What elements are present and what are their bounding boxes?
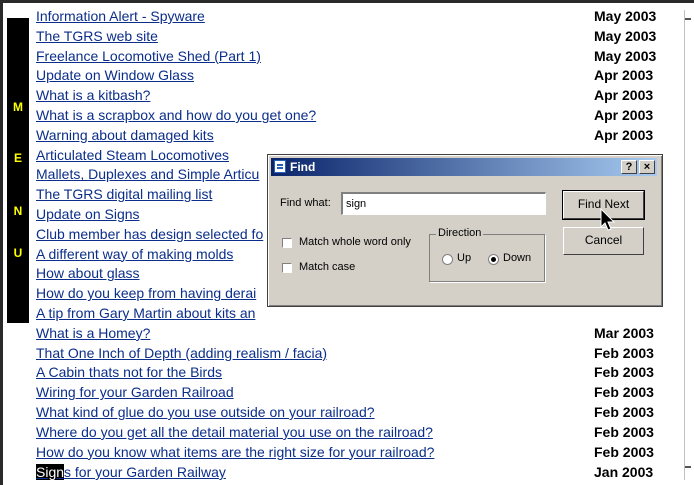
article-link[interactable]: What is a Homey? xyxy=(36,325,150,341)
close-button[interactable]: × xyxy=(639,160,655,174)
article-link[interactable]: What kind of glue do you use outside on … xyxy=(36,404,375,420)
scrollbar-track[interactable] xyxy=(684,10,685,480)
find-what-label: Find what: xyxy=(280,197,331,209)
dialog-title: Find xyxy=(290,160,316,174)
match-case-checkbox[interactable] xyxy=(282,263,292,273)
article-date: Feb 2003 xyxy=(594,384,654,401)
article-date: Apr 2003 xyxy=(594,67,654,84)
article-link[interactable]: Update on Signs xyxy=(36,206,140,222)
article-date: May 2003 xyxy=(594,27,657,44)
article-link[interactable]: The TGRS web site xyxy=(36,28,158,44)
article-link[interactable]: What is a scrapbox and how do you get on… xyxy=(36,107,316,123)
scrollbar-up-mark[interactable] xyxy=(685,18,691,20)
app-window-icon xyxy=(274,160,286,173)
article-link[interactable]: How about glass xyxy=(36,265,140,281)
menu-letter-n: N xyxy=(13,204,23,218)
list-item: What is a kitbash? Apr 2003 xyxy=(36,85,656,105)
article-link[interactable]: Club member has design selected fo xyxy=(36,226,263,242)
list-item: Where do you get all the detail material… xyxy=(36,422,656,442)
match-whole-word-checkbox[interactable] xyxy=(282,238,292,248)
arrow-cursor-icon xyxy=(600,208,616,231)
article-link[interactable]: What is a kitbash? xyxy=(36,87,150,103)
article-date: Feb 2003 xyxy=(594,344,654,361)
list-item: What is a scrapbox and how do you get on… xyxy=(36,105,656,125)
article-link[interactable]: That One Inch of Depth (adding realism /… xyxy=(36,345,327,361)
article-date: Mar 2003 xyxy=(594,324,654,341)
article-link[interactable]: A tip from Gary Martin about kits an xyxy=(36,305,255,321)
list-item-last: Signs for your Garden Railway Jan 2003 xyxy=(36,462,656,482)
list-item: What kind of glue do you use outside on … xyxy=(36,402,656,422)
article-link[interactable]: A Cabin thats not for the Birds xyxy=(36,364,222,380)
search-highlight: Sign xyxy=(36,464,65,480)
match-case-label[interactable]: Match case xyxy=(299,261,355,273)
article-link[interactable]: How do you know what items are the right… xyxy=(36,444,434,460)
direction-group: Direction Up Down xyxy=(429,227,545,282)
article-link[interactable]: Articulated Steam Locomotives xyxy=(36,147,229,163)
article-link[interactable]: The TGRS digital mailing list xyxy=(36,186,212,202)
article-date: Apr 2003 xyxy=(594,87,654,104)
menu-letter-e: E xyxy=(13,151,22,165)
find-what-input[interactable] xyxy=(341,192,546,215)
article-date: Feb 2003 xyxy=(594,364,654,381)
scrollbar-down-mark[interactable] xyxy=(685,466,691,468)
article-date: May 2003 xyxy=(594,47,657,64)
direction-up-radio[interactable] xyxy=(442,254,453,265)
article-link[interactable]: Information Alert - Spyware xyxy=(36,8,205,24)
list-item: A Cabin thats not for the Birds Feb 2003 xyxy=(36,362,656,382)
article-date: Feb 2003 xyxy=(594,423,654,440)
list-item: Freelance Locomotive Shed (Part 1) May 20… xyxy=(36,46,656,66)
article-date: Feb 2003 xyxy=(594,404,654,420)
article-link[interactable]: How do you keep from having derai xyxy=(36,285,256,301)
direction-up-label[interactable]: Up xyxy=(457,252,471,264)
direction-label: Direction xyxy=(436,227,484,239)
list-item: Update on Window Glass Apr 2003 xyxy=(36,65,656,85)
window-top-border xyxy=(0,0,694,3)
article-date: Jan 2003 xyxy=(594,464,654,480)
match-whole-word-label[interactable]: Match whole word only xyxy=(299,236,411,248)
article-link[interactable]: Mallets, Duplexes and Simple Articu xyxy=(36,166,259,182)
list-item: Warning about damaged kits Apr 2003 xyxy=(36,125,656,145)
article-link[interactable]: A different way of making molds xyxy=(36,246,233,262)
article-date: Apr 2003 xyxy=(594,107,654,123)
article-link[interactable]: Signs for your Garden Railway xyxy=(36,464,226,480)
list-item: The TGRS web site May 2003 xyxy=(36,26,656,46)
article-link[interactable]: Freelance Locomotive Shed (Part 1) xyxy=(36,48,261,64)
menu-letter-u: U xyxy=(13,246,23,260)
article-date: Apr 2003 xyxy=(594,126,654,143)
list-item: What is a Homey? Mar 2003 xyxy=(36,323,656,343)
help-button[interactable]: ? xyxy=(621,160,637,174)
list-item: That One Inch of Depth (adding realism /… xyxy=(36,343,656,363)
article-link[interactable]: Warning about damaged kits xyxy=(36,127,214,143)
list-item: Information Alert - Spyware May 2003 xyxy=(36,6,656,26)
list-item: How do you know what items are the right… xyxy=(36,442,656,462)
dialog-titlebar[interactable]: Find ? × xyxy=(271,158,657,176)
article-date: Feb 2003 xyxy=(594,443,654,460)
direction-down-radio[interactable] xyxy=(488,254,499,265)
direction-down-label[interactable]: Down xyxy=(503,252,531,264)
article-link[interactable]: Wiring for your Garden Railroad xyxy=(36,384,234,400)
menu-letter-m: M xyxy=(13,100,23,114)
article-link[interactable]: Update on Window Glass xyxy=(36,67,194,83)
menu-sidebar[interactable]: M E N U xyxy=(7,18,29,323)
article-link-rest: s for your Garden Railway xyxy=(64,464,226,480)
article-link[interactable]: Where do you get all the detail material… xyxy=(36,424,433,440)
list-item: Wiring for your Garden Railroad Feb 2003 xyxy=(36,382,656,402)
window-left-border xyxy=(0,0,3,485)
article-date: May 2003 xyxy=(594,8,657,24)
